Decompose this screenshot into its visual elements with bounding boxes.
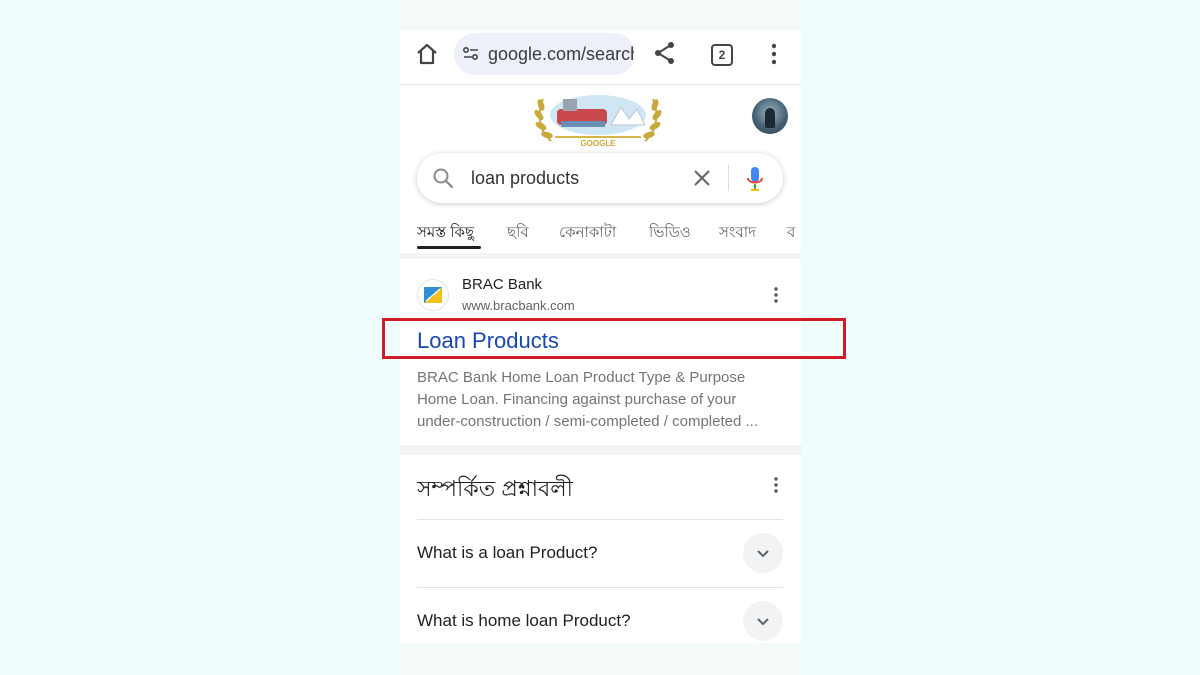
result-snippet: BRAC Bank Home Loan Product Type & Purpo… <box>417 367 785 433</box>
tab-shopping[interactable]: কেনাকাটা <box>559 221 616 246</box>
clear-icon[interactable] <box>691 167 713 189</box>
result-site-name[interactable]: BRAC Bank <box>462 276 542 293</box>
snippet-line: BRAC Bank Home Loan Product Type & Purpo… <box>417 369 746 386</box>
search-icon <box>432 167 454 189</box>
section-divider <box>400 445 801 455</box>
site-settings-icon[interactable] <box>462 45 480 63</box>
result-site-url[interactable]: www.bracbank.com <box>462 298 575 313</box>
search-tabs: সমস্ত কিছু ছবি কেনাকাটা ভিডিও সংবাদ ব <box>417 219 801 249</box>
more-vert-icon[interactable] <box>764 41 784 67</box>
url-text[interactable]: google.com/search <box>488 44 634 65</box>
tab-more[interactable]: ব <box>787 221 795 246</box>
share-icon[interactable] <box>652 40 678 66</box>
tab-news[interactable]: সংবাদ <box>719 221 756 246</box>
avatar-figure <box>765 108 775 128</box>
snippet-line: under-construction / semi-completed / co… <box>417 413 758 430</box>
chevron-down-icon[interactable] <box>743 601 783 641</box>
question-divider <box>417 587 783 588</box>
search-box[interactable]: loan products <box>417 153 783 203</box>
question-item[interactable]: What is home loan Product? <box>417 611 631 631</box>
mic-icon[interactable] <box>744 165 766 193</box>
search-input[interactable]: loan products <box>471 168 579 189</box>
avatar[interactable] <box>752 98 788 134</box>
related-more-icon[interactable] <box>766 475 786 495</box>
browser-toolbar: google.com/search 2 <box>400 31 801 85</box>
address-bar[interactable]: google.com/search <box>454 33 635 75</box>
active-tab-indicator <box>417 246 481 249</box>
search-divider <box>728 165 729 191</box>
question-divider <box>417 519 783 520</box>
tab-switcher-icon[interactable]: 2 <box>711 44 733 66</box>
related-questions-title: সম্পর্কিত প্রশ্নাবলী <box>417 476 573 501</box>
home-icon[interactable] <box>414 41 440 67</box>
result-more-icon[interactable] <box>766 285 786 305</box>
tabs-divider <box>400 253 801 259</box>
highlight-annotation-box <box>382 318 846 359</box>
brac-bank-favicon <box>417 279 449 311</box>
doodle-wordmark: GOOGLE <box>580 139 616 148</box>
snippet-line: Home Loan. Financing against purchase of… <box>417 391 737 408</box>
google-doodle[interactable]: GOOGLE <box>533 91 663 149</box>
chevron-down-icon[interactable] <box>743 533 783 573</box>
tab-videos[interactable]: ভিডিও <box>649 221 691 246</box>
tab-all[interactable]: সমস্ত কিছু <box>417 221 474 246</box>
tab-images[interactable]: ছবি <box>507 221 529 246</box>
question-item[interactable]: What is a loan Product? <box>417 543 597 563</box>
